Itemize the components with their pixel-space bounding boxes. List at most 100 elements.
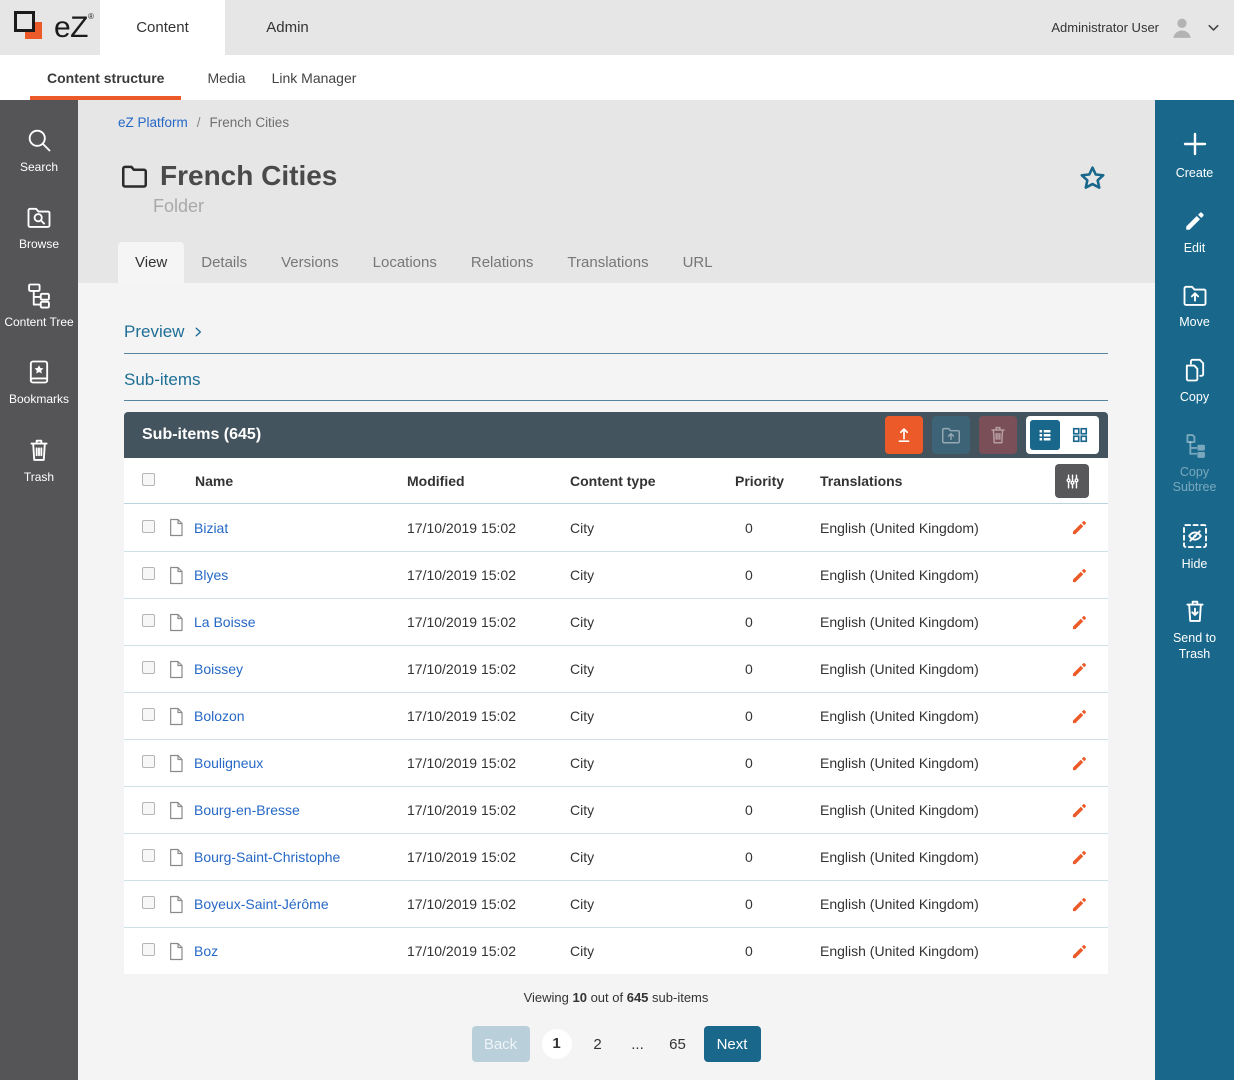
tab-relations[interactable]: Relations — [454, 242, 551, 283]
row-content-type: City — [570, 802, 735, 818]
top-tab-admin[interactable]: Admin — [225, 0, 350, 55]
row-edit-button[interactable] — [1069, 753, 1090, 774]
upload-button[interactable] — [885, 416, 923, 454]
tab-locations[interactable]: Locations — [356, 242, 454, 283]
hide-icon — [1180, 521, 1210, 551]
edit-pencil-icon — [1069, 894, 1090, 915]
sidebar-item-browse[interactable]: Browse — [19, 203, 59, 251]
row-translations: English (United Kingdom) — [820, 614, 1050, 630]
user-menu[interactable]: Administrator User — [1051, 0, 1222, 55]
action-send-to-trash[interactable]: Send to Trash — [1160, 597, 1230, 662]
subitems-toolbar: Sub-items (645) — [124, 412, 1108, 458]
pagination-page-65[interactable]: 65 — [664, 1036, 692, 1053]
top-tab-content[interactable]: Content — [100, 0, 225, 55]
action-copy[interactable]: Copy — [1160, 356, 1230, 406]
row-edit-button[interactable] — [1069, 565, 1090, 586]
bookmark-star-icon[interactable] — [1077, 163, 1108, 194]
row-checkbox[interactable] — [142, 802, 155, 815]
action-create[interactable]: Create — [1160, 128, 1230, 182]
row-checkbox[interactable] — [142, 567, 155, 580]
pagination-page-2[interactable]: 2 — [584, 1036, 612, 1053]
pagination-back-button[interactable]: Back — [472, 1026, 530, 1062]
sidebar-item-trash[interactable]: Trash — [24, 436, 54, 484]
delete-selected-button[interactable] — [979, 416, 1017, 454]
row-name-link[interactable]: Boyeux-Saint-Jérôme — [194, 896, 329, 912]
ez-logo-registered-mark: ® — [88, 12, 94, 21]
chevron-right-icon — [191, 325, 205, 339]
row-name-link[interactable]: Bourg-Saint-Christophe — [194, 849, 340, 865]
action-copy-subtree[interactable]: Copy Subtree — [1160, 431, 1230, 496]
table-row: Bolozon 17/10/2019 15:02 City 0 English … — [124, 692, 1108, 739]
tab-content: Preview Sub-items Sub-items (645) — [78, 283, 1155, 1062]
action-hide[interactable]: Hide — [1160, 521, 1230, 573]
sidebar-item-bookmarks[interactable]: Bookmarks — [9, 358, 69, 406]
row-edit-button[interactable] — [1069, 612, 1090, 633]
tab-details[interactable]: Details — [184, 242, 264, 283]
breadcrumb-root-link[interactable]: eZ Platform — [118, 115, 188, 130]
ez-logo[interactable]: eZ ® — [14, 9, 94, 47]
row-priority: 0 — [735, 661, 820, 677]
table-row: Boz 17/10/2019 15:02 City 0 English (Uni… — [124, 927, 1108, 974]
row-translations: English (United Kingdom) — [820, 520, 1050, 536]
row-content-type: City — [570, 520, 735, 536]
row-checkbox[interactable] — [142, 943, 155, 956]
row-name-link[interactable]: Boissey — [194, 661, 243, 677]
row-checkbox[interactable] — [142, 896, 155, 909]
preview-section-toggle[interactable]: Preview — [124, 322, 1108, 354]
row-modified: 17/10/2019 15:02 — [407, 802, 570, 818]
sidebar-item-search[interactable]: Search — [20, 126, 58, 174]
row-name-link[interactable]: Bourg-en-Bresse — [194, 802, 300, 818]
action-move[interactable]: Move — [1160, 281, 1230, 331]
edit-pencil-icon — [1069, 753, 1090, 774]
row-name-link[interactable]: La Boisse — [194, 614, 255, 630]
tab-versions[interactable]: Versions — [264, 242, 356, 283]
row-name-link[interactable]: Bouligneux — [194, 755, 263, 771]
row-checkbox[interactable] — [142, 614, 155, 627]
move-selected-button[interactable] — [932, 416, 970, 454]
row-modified: 17/10/2019 15:02 — [407, 755, 570, 771]
tab-view[interactable]: View — [118, 242, 184, 283]
action-edit[interactable]: Edit — [1160, 207, 1230, 257]
subitems-section-title: Sub-items — [124, 370, 1108, 401]
ez-logo-text: eZ — [54, 9, 88, 47]
row-edit-button[interactable] — [1069, 659, 1090, 680]
row-checkbox[interactable] — [142, 708, 155, 721]
pagination-page-1[interactable]: 1 — [542, 1029, 572, 1059]
edit-pencil-icon — [1069, 847, 1090, 868]
tab-translations[interactable]: Translations — [550, 242, 665, 283]
tab-url[interactable]: URL — [666, 242, 730, 283]
row-priority: 0 — [735, 755, 820, 771]
row-modified: 17/10/2019 15:02 — [407, 943, 570, 959]
row-edit-button[interactable] — [1069, 706, 1090, 727]
subnav-item-content-structure[interactable]: Content structure — [30, 55, 181, 100]
column-settings-button[interactable] — [1055, 464, 1089, 498]
select-all-checkbox[interactable] — [142, 473, 155, 486]
row-modified: 17/10/2019 15:02 — [407, 708, 570, 724]
row-edit-button[interactable] — [1069, 941, 1090, 962]
row-edit-button[interactable] — [1069, 894, 1090, 915]
send-to-trash-icon — [1181, 597, 1209, 625]
row-name-link[interactable]: Biziat — [194, 520, 228, 536]
list-view-button[interactable] — [1030, 420, 1060, 450]
table-row: Bourg-en-Bresse 17/10/2019 15:02 City 0 … — [124, 786, 1108, 833]
subnav-item-link-manager[interactable]: Link Manager — [272, 55, 357, 100]
row-priority: 0 — [735, 849, 820, 865]
table-row: Blyes 17/10/2019 15:02 City 0 English (U… — [124, 551, 1108, 598]
sidebar-item-content-tree[interactable]: Content Tree — [4, 281, 73, 329]
row-name-link[interactable]: Bolozon — [194, 708, 245, 724]
edit-pencil-icon — [1069, 659, 1090, 680]
row-edit-button[interactable] — [1069, 800, 1090, 821]
pagination-next-button[interactable]: Next — [704, 1026, 761, 1062]
row-name-link[interactable]: Boz — [194, 943, 218, 959]
row-checkbox[interactable] — [142, 849, 155, 862]
row-edit-button[interactable] — [1069, 517, 1090, 538]
row-edit-button[interactable] — [1069, 847, 1090, 868]
subnav-item-media[interactable]: Media — [207, 55, 245, 100]
pagination-ellipsis[interactable]: ... — [624, 1036, 652, 1053]
row-checkbox[interactable] — [142, 520, 155, 533]
row-name-link[interactable]: Blyes — [194, 567, 228, 583]
row-checkbox[interactable] — [142, 661, 155, 674]
row-modified: 17/10/2019 15:02 — [407, 896, 570, 912]
row-checkbox[interactable] — [142, 755, 155, 768]
grid-view-button[interactable] — [1065, 420, 1095, 450]
